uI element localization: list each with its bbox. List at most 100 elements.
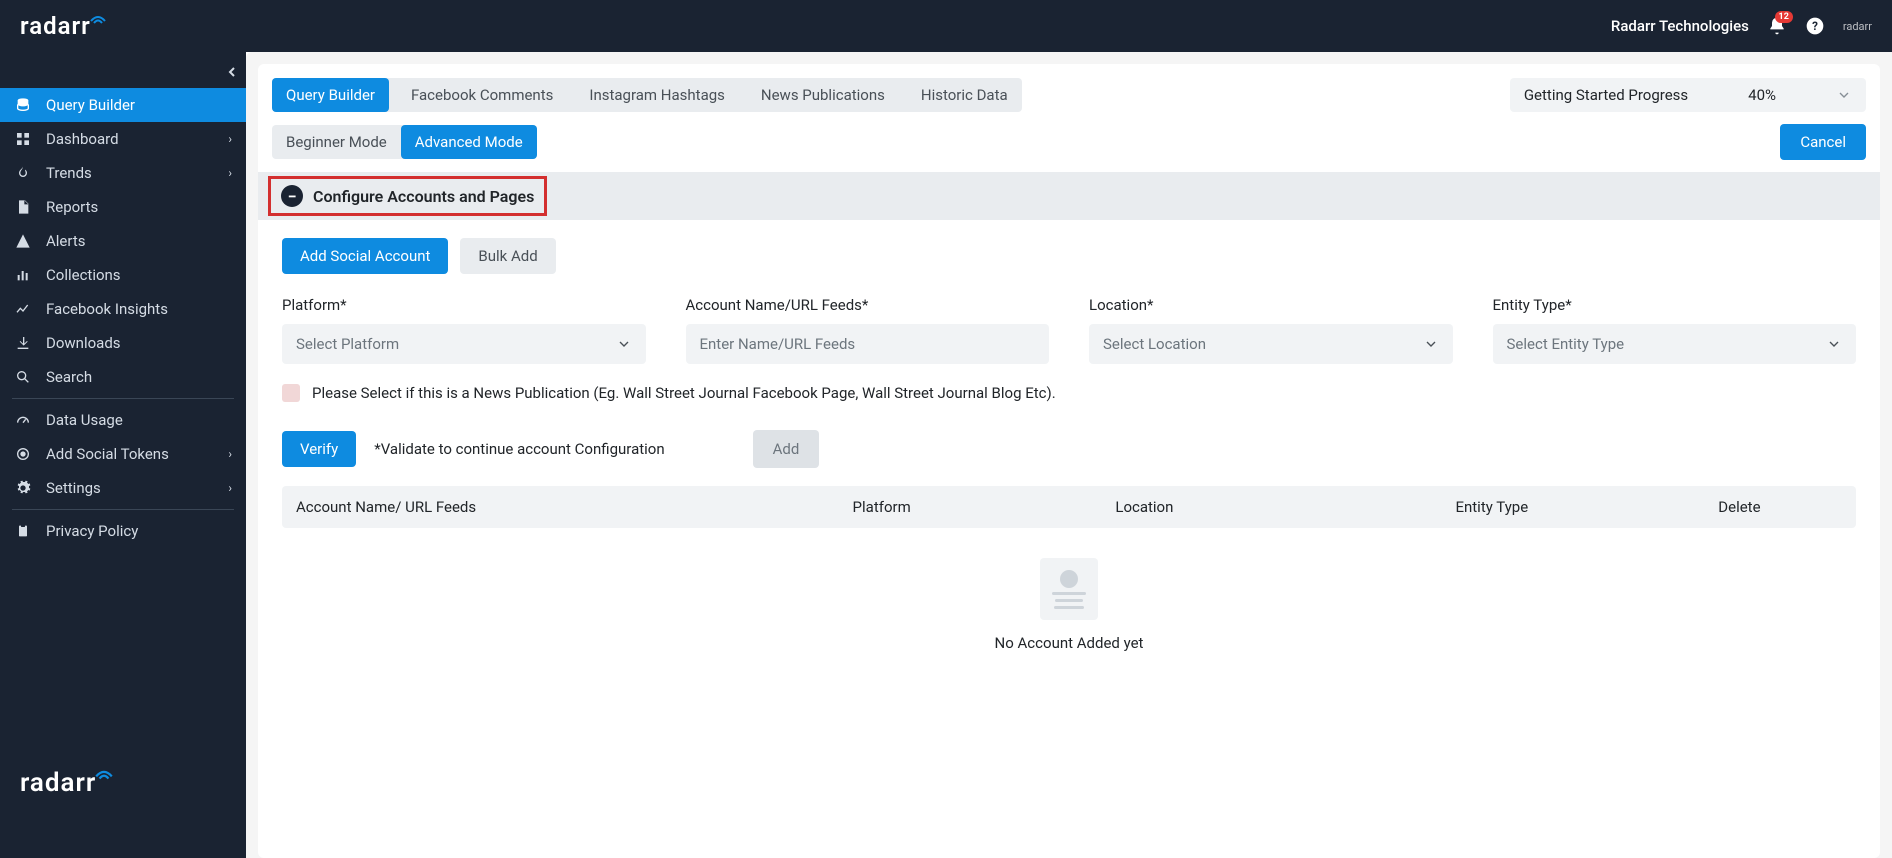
mode-tabs: Beginner Mode Advanced Mode xyxy=(272,125,537,159)
nav-label: Facebook Insights xyxy=(46,300,168,318)
nav-settings[interactable]: Settings › xyxy=(0,471,246,505)
th-delete: Delete xyxy=(1718,498,1842,516)
brand-small: radarr xyxy=(1843,20,1872,33)
verify-note: *Validate to continue account Configurat… xyxy=(374,440,664,458)
section-title: Configure Accounts and Pages xyxy=(313,187,534,206)
wifi-icon xyxy=(94,765,114,781)
th-account-name: Account Name/ URL Feeds xyxy=(296,498,853,516)
add-social-account-button[interactable]: Add Social Account xyxy=(282,238,448,274)
main-content: Query Builder Facebook Comments Instagra… xyxy=(246,52,1892,858)
file-icon xyxy=(14,199,32,215)
progress-value: 40% xyxy=(1748,86,1776,104)
notifications-button[interactable]: 12 xyxy=(1767,16,1787,36)
chevron-right-icon: › xyxy=(228,481,232,495)
tab-advanced-mode[interactable]: Advanced Mode xyxy=(401,125,537,159)
tab-facebook-comments[interactable]: Facebook Comments xyxy=(397,78,567,112)
select-placeholder: Select Location xyxy=(1103,335,1206,353)
nav-label: Data Usage xyxy=(46,411,123,429)
location-select[interactable]: Select Location xyxy=(1089,324,1453,364)
database-icon xyxy=(14,97,32,113)
nav-data-usage[interactable]: Data Usage xyxy=(0,403,246,437)
table-header: Account Name/ URL Feeds Platform Locatio… xyxy=(282,486,1856,528)
section-header-highlight: − Configure Accounts and Pages xyxy=(268,176,547,216)
nav-label: Downloads xyxy=(46,334,121,352)
logo-text: radarr xyxy=(20,768,96,798)
nav-label: Search xyxy=(46,368,92,386)
divider xyxy=(12,398,234,399)
tab-historic-data[interactable]: Historic Data xyxy=(907,78,1022,112)
collapse-icon[interactable]: − xyxy=(281,185,303,207)
sidebar-logo: radarr xyxy=(0,738,246,858)
chevron-right-icon: › xyxy=(228,132,232,146)
svg-text:?: ? xyxy=(1812,19,1818,33)
gear-icon xyxy=(14,480,32,496)
tab-instagram-hashtags[interactable]: Instagram Hashtags xyxy=(575,78,739,112)
nav-query-builder[interactable]: Query Builder xyxy=(0,88,246,122)
chart-icon xyxy=(14,301,32,317)
empty-state-icon xyxy=(1040,558,1098,620)
nav-label: Privacy Policy xyxy=(46,522,138,540)
nav-label: Reports xyxy=(46,198,98,216)
chevron-down-icon xyxy=(1826,336,1842,352)
nav-trends[interactable]: Trends › xyxy=(0,156,246,190)
notification-badge: 12 xyxy=(1775,11,1793,23)
nav-reports[interactable]: Reports xyxy=(0,190,246,224)
nav-label: Add Social Tokens xyxy=(46,445,169,463)
add-button: Add xyxy=(753,430,820,468)
warning-icon xyxy=(14,233,32,249)
nav-label: Query Builder xyxy=(46,96,135,114)
progress-box[interactable]: Getting Started Progress 40% xyxy=(1510,78,1866,112)
nav-downloads[interactable]: Downloads xyxy=(0,326,246,360)
sidebar-collapse-button[interactable] xyxy=(224,64,240,80)
nav-add-social-tokens[interactable]: Add Social Tokens › xyxy=(0,437,246,471)
tab-news-publications[interactable]: News Publications xyxy=(747,78,899,112)
nav-facebook-insights[interactable]: Facebook Insights xyxy=(0,292,246,326)
header-right: Radarr Technologies 12 ? radarr xyxy=(1611,16,1872,36)
account-input[interactable] xyxy=(686,324,1050,364)
tab-beginner-mode[interactable]: Beginner Mode xyxy=(272,125,401,159)
flame-icon xyxy=(14,165,32,181)
nav-alerts[interactable]: Alerts xyxy=(0,224,246,258)
nav-label: Dashboard xyxy=(46,130,119,148)
nav-label: Settings xyxy=(46,479,101,497)
empty-state: No Account Added yet xyxy=(282,528,1856,672)
nav-label: Trends xyxy=(46,164,92,182)
main-tabs: Query Builder Facebook Comments Instagra… xyxy=(272,78,1022,112)
bulk-add-button[interactable]: Bulk Add xyxy=(460,238,555,274)
nav-collections[interactable]: Collections xyxy=(0,258,246,292)
verify-button[interactable]: Verify xyxy=(282,431,356,467)
download-icon xyxy=(14,335,32,351)
grid-icon xyxy=(14,131,32,147)
app-header: radarr Radarr Technologies 12 ? radarr xyxy=(0,0,1892,52)
chevron-down-icon xyxy=(616,336,632,352)
location-label: Location* xyxy=(1089,296,1453,314)
sidebar-nav: Query Builder Dashboard › Trends › Repor… xyxy=(0,52,246,738)
company-name: Radarr Technologies xyxy=(1611,17,1749,35)
sidebar: Query Builder Dashboard › Trends › Repor… xyxy=(0,52,246,858)
nav-dashboard[interactable]: Dashboard › xyxy=(0,122,246,156)
select-placeholder: Select Platform xyxy=(296,335,399,353)
entity-select[interactable]: Select Entity Type xyxy=(1493,324,1857,364)
select-placeholder: Select Entity Type xyxy=(1507,335,1625,353)
nav-search[interactable]: Search xyxy=(0,360,246,394)
platform-label: Platform* xyxy=(282,296,646,314)
checkbox-label: Please Select if this is a News Publicat… xyxy=(312,384,1056,402)
tab-query-builder[interactable]: Query Builder xyxy=(272,78,389,112)
nav-label: Alerts xyxy=(46,232,86,250)
th-platform: Platform xyxy=(853,498,1116,516)
news-publication-checkbox[interactable] xyxy=(282,384,300,402)
th-location: Location xyxy=(1115,498,1455,516)
nav-privacy-policy[interactable]: Privacy Policy xyxy=(0,514,246,548)
section-header: − Configure Accounts and Pages xyxy=(258,172,1880,220)
cancel-button[interactable]: Cancel xyxy=(1780,124,1866,160)
target-icon xyxy=(14,446,32,462)
nav-label: Collections xyxy=(46,266,121,284)
help-icon[interactable]: ? xyxy=(1805,16,1825,36)
platform-select[interactable]: Select Platform xyxy=(282,324,646,364)
clipboard-icon xyxy=(14,523,32,539)
chevron-right-icon: › xyxy=(228,447,232,461)
bars-icon xyxy=(14,267,32,283)
chevron-down-icon xyxy=(1836,87,1852,103)
th-entity: Entity Type xyxy=(1455,498,1718,516)
empty-state-text: No Account Added yet xyxy=(282,634,1856,652)
